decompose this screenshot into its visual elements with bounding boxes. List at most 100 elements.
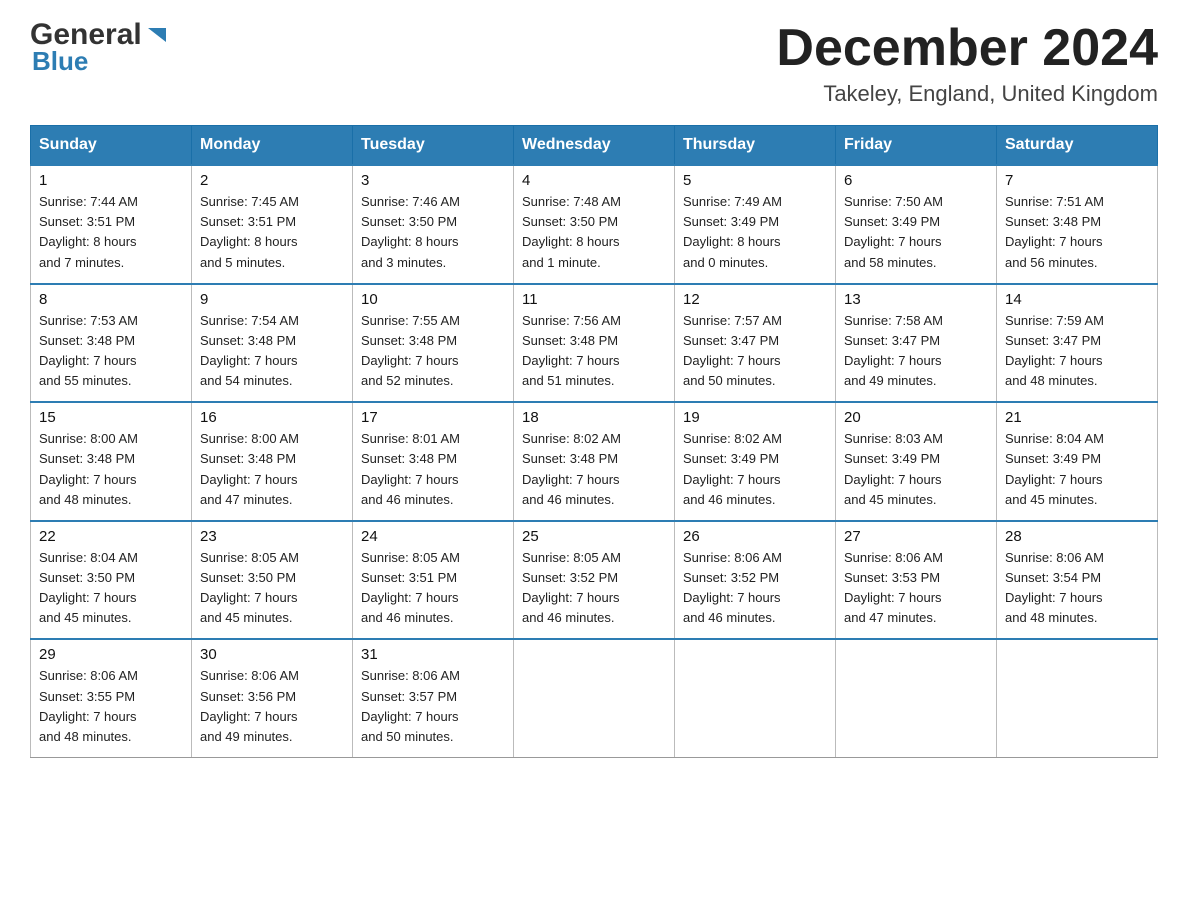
calendar-day-8: 8 Sunrise: 7:53 AMSunset: 3:48 PMDaylight… [31, 284, 192, 403]
calendar-day-5: 5Sunrise: 7:49 AMSunset: 3:49 PMDaylight… [675, 165, 836, 284]
page-subtitle: Takeley, England, United Kingdom [776, 81, 1158, 107]
calendar-header-sunday: Sunday [31, 126, 192, 166]
day-info: Sunrise: 8:04 AMSunset: 3:50 PMDaylight:… [39, 548, 183, 629]
day-info: Sunrise: 7:59 AMSunset: 3:47 PMDaylight:… [1005, 311, 1149, 392]
day-info: Sunrise: 8:06 AMSunset: 3:53 PMDaylight:… [844, 548, 988, 629]
day-info: Sunrise: 7:54 AMSunset: 3:48 PMDaylight:… [200, 311, 344, 392]
day-number: 20 [844, 409, 988, 426]
calendar-header-wednesday: Wednesday [514, 126, 675, 166]
day-number: 15 [39, 409, 183, 426]
day-number: 5 [683, 172, 827, 189]
day-number: 4 [522, 172, 666, 189]
calendar-day-2: 2Sunrise: 7:45 AMSunset: 3:51 PMDaylight… [192, 165, 353, 284]
day-number: 16 [200, 409, 344, 426]
calendar-day-29: 29Sunrise: 8:06 AMSunset: 3:55 PMDayligh… [31, 639, 192, 757]
day-number: 6 [844, 172, 988, 189]
day-info: Sunrise: 7:55 AMSunset: 3:48 PMDaylight:… [361, 311, 505, 392]
day-info: Sunrise: 7:53 AMSunset: 3:48 PMDaylight:… [39, 311, 183, 392]
day-number: 1 [39, 172, 183, 189]
day-info: Sunrise: 8:05 AMSunset: 3:51 PMDaylight:… [361, 548, 505, 629]
day-number: 25 [522, 528, 666, 545]
week-row-5: 29Sunrise: 8:06 AMSunset: 3:55 PMDayligh… [31, 639, 1158, 757]
day-number: 24 [361, 528, 505, 545]
logo-arrow-icon [144, 22, 172, 50]
calendar-day-28: 28 Sunrise: 8:06 AMSunset: 3:54 PMDayligh… [997, 521, 1158, 640]
day-info: Sunrise: 8:06 AMSunset: 3:54 PMDaylight:… [1005, 548, 1149, 629]
day-info: Sunrise: 7:44 AMSunset: 3:51 PMDaylight:… [39, 192, 183, 273]
day-number: 8 [39, 291, 183, 308]
calendar-header-friday: Friday [836, 126, 997, 166]
day-number: 7 [1005, 172, 1149, 189]
day-number: 13 [844, 291, 988, 308]
day-number: 3 [361, 172, 505, 189]
day-info: Sunrise: 8:06 AMSunset: 3:52 PMDaylight:… [683, 548, 827, 629]
calendar-day-10: 10 Sunrise: 7:55 AMSunset: 3:48 PMDayligh… [353, 284, 514, 403]
calendar-day-13: 13Sunrise: 7:58 AMSunset: 3:47 PMDayligh… [836, 284, 997, 403]
title-section: December 2024 Takeley, England, United K… [776, 20, 1158, 107]
week-row-4: 22 Sunrise: 8:04 AMSunset: 3:50 PMDayligh… [31, 521, 1158, 640]
calendar-header-tuesday: Tuesday [353, 126, 514, 166]
day-number: 30 [200, 646, 344, 663]
calendar-day-16: 16Sunrise: 8:00 AMSunset: 3:48 PMDayligh… [192, 402, 353, 521]
logo: General Blue [30, 20, 172, 77]
page-title: December 2024 [776, 20, 1158, 77]
calendar-day-20: 20Sunrise: 8:03 AMSunset: 3:49 PMDayligh… [836, 402, 997, 521]
day-number: 10 [361, 291, 505, 308]
day-number: 22 [39, 528, 183, 545]
empty-cell [675, 639, 836, 757]
calendar-day-18: 18 Sunrise: 8:02 AMSunset: 3:48 PMDayligh… [514, 402, 675, 521]
calendar-day-27: 27 Sunrise: 8:06 AMSunset: 3:53 PMDayligh… [836, 521, 997, 640]
calendar-day-7: 7Sunrise: 7:51 AMSunset: 3:48 PMDaylight… [997, 165, 1158, 284]
calendar-day-4: 4Sunrise: 7:48 AMSunset: 3:50 PMDaylight… [514, 165, 675, 284]
calendar-header-monday: Monday [192, 126, 353, 166]
calendar-day-23: 23Sunrise: 8:05 AMSunset: 3:50 PMDayligh… [192, 521, 353, 640]
calendar-day-24: 24 Sunrise: 8:05 AMSunset: 3:51 PMDayligh… [353, 521, 514, 640]
calendar-day-30: 30 Sunrise: 8:06 AMSunset: 3:56 PMDayligh… [192, 639, 353, 757]
calendar-day-14: 14 Sunrise: 7:59 AMSunset: 3:47 PMDayligh… [997, 284, 1158, 403]
day-number: 26 [683, 528, 827, 545]
week-row-1: 1 Sunrise: 7:44 AMSunset: 3:51 PMDaylight… [31, 165, 1158, 284]
calendar-day-19: 19Sunrise: 8:02 AMSunset: 3:49 PMDayligh… [675, 402, 836, 521]
day-number: 14 [1005, 291, 1149, 308]
calendar-day-31: 31 Sunrise: 8:06 AMSunset: 3:57 PMDayligh… [353, 639, 514, 757]
calendar-day-17: 17Sunrise: 8:01 AMSunset: 3:48 PMDayligh… [353, 402, 514, 521]
day-number: 28 [1005, 528, 1149, 545]
calendar-day-25: 25 Sunrise: 8:05 AMSunset: 3:52 PMDayligh… [514, 521, 675, 640]
day-info: Sunrise: 8:04 AMSunset: 3:49 PMDaylight:… [1005, 429, 1149, 510]
calendar-day-11: 11 Sunrise: 7:56 AMSunset: 3:48 PMDayligh… [514, 284, 675, 403]
calendar-header-saturday: Saturday [997, 126, 1158, 166]
day-info: Sunrise: 8:05 AMSunset: 3:52 PMDaylight:… [522, 548, 666, 629]
calendar-day-9: 9 Sunrise: 7:54 AMSunset: 3:48 PMDaylight… [192, 284, 353, 403]
day-info: Sunrise: 8:06 AMSunset: 3:56 PMDaylight:… [200, 666, 344, 747]
day-info: Sunrise: 7:56 AMSunset: 3:48 PMDaylight:… [522, 311, 666, 392]
calendar-day-21: 21 Sunrise: 8:04 AMSunset: 3:49 PMDayligh… [997, 402, 1158, 521]
calendar-day-26: 26 Sunrise: 8:06 AMSunset: 3:52 PMDayligh… [675, 521, 836, 640]
calendar-day-15: 15 Sunrise: 8:00 AMSunset: 3:48 PMDayligh… [31, 402, 192, 521]
calendar-day-6: 6 Sunrise: 7:50 AMSunset: 3:49 PMDaylight… [836, 165, 997, 284]
calendar-header-thursday: Thursday [675, 126, 836, 166]
day-number: 18 [522, 409, 666, 426]
day-info: Sunrise: 8:06 AMSunset: 3:57 PMDaylight:… [361, 666, 505, 747]
day-number: 11 [522, 291, 666, 308]
day-info: Sunrise: 7:57 AMSunset: 3:47 PMDaylight:… [683, 311, 827, 392]
calendar-day-12: 12 Sunrise: 7:57 AMSunset: 3:47 PMDayligh… [675, 284, 836, 403]
day-info: Sunrise: 7:50 AMSunset: 3:49 PMDaylight:… [844, 192, 988, 273]
calendar-day-3: 3 Sunrise: 7:46 AMSunset: 3:50 PMDaylight… [353, 165, 514, 284]
week-row-3: 15 Sunrise: 8:00 AMSunset: 3:48 PMDayligh… [31, 402, 1158, 521]
day-info: Sunrise: 8:02 AMSunset: 3:48 PMDaylight:… [522, 429, 666, 510]
logo-blue-text: Blue [30, 46, 88, 77]
day-number: 21 [1005, 409, 1149, 426]
day-info: Sunrise: 8:00 AMSunset: 3:48 PMDaylight:… [39, 429, 183, 510]
day-number: 31 [361, 646, 505, 663]
day-number: 9 [200, 291, 344, 308]
day-number: 29 [39, 646, 183, 663]
day-number: 19 [683, 409, 827, 426]
empty-cell [514, 639, 675, 757]
empty-cell [836, 639, 997, 757]
calendar-header-row: SundayMondayTuesdayWednesdayThursdayFrid… [31, 126, 1158, 166]
day-number: 27 [844, 528, 988, 545]
day-info: Sunrise: 8:05 AMSunset: 3:50 PMDaylight:… [200, 548, 344, 629]
day-number: 2 [200, 172, 344, 189]
day-info: Sunrise: 7:46 AMSunset: 3:50 PMDaylight:… [361, 192, 505, 273]
day-number: 12 [683, 291, 827, 308]
